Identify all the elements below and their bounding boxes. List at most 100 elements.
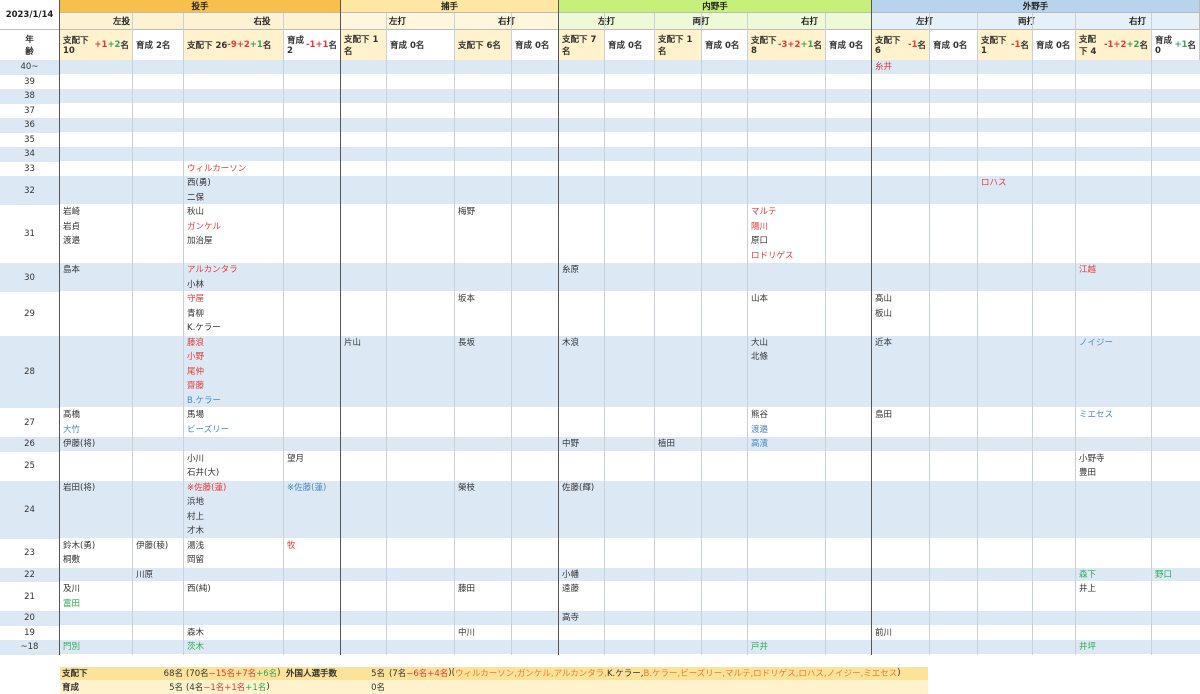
header-count-text: 育成 0名	[829, 41, 864, 51]
header-count-text: +2	[107, 40, 121, 50]
header-count-text: 名	[1139, 41, 1148, 51]
player-name: マルテ	[751, 207, 777, 217]
player-name: 糸原	[562, 265, 580, 275]
player-name: 熊谷	[751, 410, 769, 420]
header-count-text: )	[277, 668, 281, 678]
age-row	[60, 437, 1200, 452]
foreign-ikusei-value: 0名	[371, 683, 385, 693]
column-count-header: 支配下 1 -1 名	[978, 30, 1033, 60]
subgroup-label: 右打	[1128, 17, 1146, 27]
player-name: 野口	[1155, 569, 1173, 580]
column-count-header: 支配下 1名	[655, 30, 702, 60]
age-label: 20	[0, 611, 60, 626]
age-row	[60, 567, 1200, 582]
player-name: 藤浪	[187, 337, 205, 348]
player-name: 齋藤	[187, 381, 205, 391]
age-label: 34	[0, 147, 60, 162]
header-count-text: (4名	[186, 683, 204, 693]
player-name: 井坪	[1079, 642, 1097, 652]
player-name: 植田	[658, 439, 676, 449]
header-count-text: 育成 0名	[933, 41, 968, 51]
position-header: 捕手	[341, 0, 559, 13]
age-label: 37	[0, 103, 60, 118]
header-count-text: +7名	[235, 669, 257, 679]
position-label: 内野手	[702, 2, 728, 12]
foreign-breakdown: (7名 −6名 +4名) (ウィルカーソン,ガンケル,アルカンタラ, K.ケラー, B.…	[389, 667, 901, 680]
age-label: 23	[0, 538, 60, 568]
column-divider	[183, 13, 184, 655]
header-count-text: 支配下 1名	[344, 35, 379, 57]
age-row	[60, 176, 1200, 205]
column-count-header: 支配下 8 -3 +2 +1 名	[748, 30, 826, 60]
player-name: 藤田	[458, 584, 476, 594]
header-count-text: 支配下 4	[1079, 35, 1097, 57]
player-name: 門別	[63, 642, 81, 652]
header-count-text: +1	[249, 40, 263, 50]
subgroup-label: 右打	[497, 17, 515, 27]
header-count-text: +1名	[245, 683, 267, 693]
player-name: 桐敷	[63, 555, 81, 565]
age-row	[60, 611, 1200, 626]
age-row	[60, 118, 1200, 133]
player-name: 岩貞	[63, 221, 81, 232]
column-divider	[283, 13, 284, 655]
player-name: 原口	[751, 236, 769, 246]
header-count-text: 名	[813, 41, 822, 51]
age-row	[60, 452, 1200, 481]
column-divider	[59, 0, 60, 655]
header-count-text: 育成 0名	[1036, 41, 1071, 51]
header-count-text: 名	[917, 41, 926, 51]
player-name: ミエセス	[1079, 410, 1114, 420]
player-name: 岩田(将)	[63, 482, 96, 493]
player-name: 馬場	[187, 410, 205, 420]
header-count-text: 育成 0	[1155, 36, 1173, 56]
header-count-text: +4名	[427, 669, 449, 679]
age-row	[60, 408, 1200, 437]
age-label: ~18	[0, 640, 60, 655]
subgroup-header: 右打	[1076, 13, 1200, 30]
column-divider	[977, 13, 978, 655]
player-name: ガンケル	[187, 221, 222, 232]
header-count-text: +2	[787, 40, 801, 50]
header-count-text: 支配下 8	[751, 36, 777, 56]
age-row	[60, 480, 1200, 539]
age-header: 年齢	[0, 30, 60, 60]
foreign-value: 5名	[371, 669, 385, 679]
player-name: 渡邉	[751, 424, 769, 435]
column-divider	[558, 0, 559, 655]
age-label: 40~	[0, 60, 60, 75]
player-name: 遠藤	[562, 584, 580, 594]
player-name: 富田	[63, 598, 81, 609]
player-name: 糸井	[875, 62, 893, 72]
column-count-header: 支配下 1名	[341, 30, 387, 60]
shihaika-label: 支配下	[62, 669, 88, 679]
player-name: 前川	[875, 627, 893, 638]
column-count-header: 支配下 4 -1 +2 +2 名	[1076, 30, 1152, 60]
player-name: 中川	[458, 627, 476, 638]
player-name: 村上	[187, 511, 205, 522]
column-divider	[511, 13, 512, 655]
age-label: 32	[0, 176, 60, 205]
player-name: 茨木	[187, 642, 205, 652]
player-name: 北條	[751, 352, 769, 362]
age-row	[60, 626, 1200, 640]
position-header: 外野手	[872, 0, 1200, 13]
column-count-header: 育成 0名	[605, 30, 655, 60]
header-count-text: −1名	[203, 683, 225, 693]
age-label: 26	[0, 437, 60, 452]
header-count-text: -1	[1103, 40, 1114, 50]
header-count-text: K.ケラー,	[606, 669, 644, 679]
shihaika-value: 68名	[163, 669, 183, 679]
player-name: 髙山	[875, 294, 893, 304]
player-name: 望月	[287, 453, 305, 464]
ikusei-breakdown: (4名 −1名 +1名 +1名)	[186, 681, 270, 694]
position-header: 内野手	[559, 0, 872, 13]
column-divider	[654, 13, 655, 655]
subgroup-header: 左投	[60, 13, 184, 30]
header-count-text: +2	[1113, 40, 1127, 50]
header-count-text: 育成 0名	[705, 41, 740, 51]
player-name: 秋山	[187, 207, 205, 217]
subgroup-label: 左打	[597, 17, 615, 27]
player-name: 尾仲	[187, 366, 205, 377]
age-row	[60, 539, 1200, 568]
